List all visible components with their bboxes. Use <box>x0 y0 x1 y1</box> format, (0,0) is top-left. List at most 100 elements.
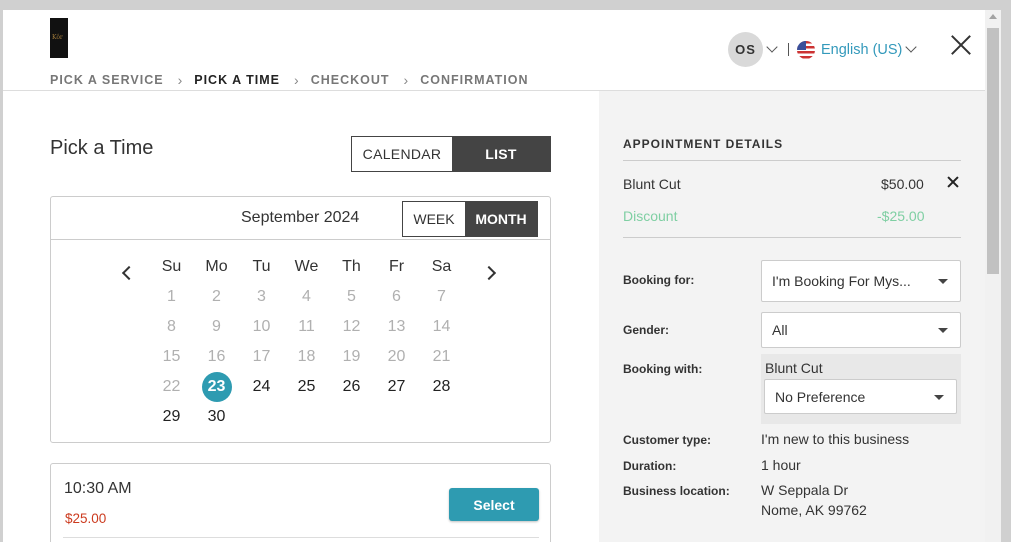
calendar-day-number: 11 <box>298 318 315 335</box>
calendar-day-number: 8 <box>167 318 176 335</box>
chevron-left-icon[interactable] <box>121 265 137 281</box>
scroll-up-arrow-icon[interactable] <box>989 14 997 19</box>
calendar-day-number: 16 <box>207 348 226 365</box>
chevron-right-icon[interactable] <box>481 265 497 281</box>
header-controls: OS English (US) <box>728 32 918 67</box>
divider <box>623 237 961 238</box>
calendar-day-number: 15 <box>162 348 181 365</box>
calendar-view-button[interactable]: CALENDAR <box>352 137 452 171</box>
appointment-details-panel: APPOINTMENT DETAILS Blunt Cut $50.00 Dis… <box>599 91 985 542</box>
language-selector[interactable]: English (US) <box>821 42 902 58</box>
calendar-day: 4 <box>284 282 329 312</box>
calendar-day: 16 <box>194 342 239 372</box>
weekday-header: Tu <box>252 258 271 275</box>
calendar-day-number: 3 <box>257 288 266 305</box>
discount-value: -$25.00 <box>877 208 925 224</box>
weekday-header: Su <box>161 258 182 275</box>
service-name: Blunt Cut <box>623 176 681 192</box>
calendar-day-number: 14 <box>432 318 451 335</box>
weekday-header: We <box>294 258 319 275</box>
calendar-day[interactable]: 25 <box>284 372 329 402</box>
location-label: Business location: <box>623 484 730 498</box>
service-price: $50.00 <box>881 176 924 192</box>
calendar-day: 12 <box>329 312 374 342</box>
discount-label: Discount <box>623 208 678 224</box>
booking-for-value: I'm Booking For Mys... <box>772 273 911 289</box>
duration-label: Duration: <box>623 459 677 473</box>
step-confirmation[interactable]: CONFIRMATION <box>420 73 528 87</box>
logo-text: Kôr <box>52 34 63 41</box>
weekday-header: Fr <box>388 258 405 275</box>
select-slot-button[interactable]: Select <box>449 488 539 521</box>
list-view-button[interactable]: LIST <box>452 137 550 171</box>
close-icon[interactable] <box>950 34 972 56</box>
staff-select[interactable]: No Preference <box>764 379 957 414</box>
chevron-down-icon[interactable] <box>766 41 778 53</box>
calendar-day[interactable]: 26 <box>329 372 374 402</box>
scrollbar-thumb[interactable] <box>987 28 999 274</box>
month-button[interactable]: MONTH <box>465 202 537 236</box>
calendar-day: 11 <box>284 312 329 342</box>
slot-divider <box>63 537 539 538</box>
customer-type-value: I'm new to this business <box>761 431 910 447</box>
chevron-right-icon: › <box>294 72 300 88</box>
calendar-day[interactable]: 24 <box>239 372 284 402</box>
chevron-down-icon[interactable] <box>905 41 918 53</box>
calendar-day: 14 <box>419 312 464 342</box>
slot-time: 10:30 AM <box>64 480 132 497</box>
slot-price: $25.00 <box>65 511 107 526</box>
step-pick-a-service[interactable]: PICK A SERVICE <box>50 73 164 87</box>
business-logo: Kôr <box>50 18 68 58</box>
user-avatar[interactable]: OS <box>728 32 763 67</box>
calendar-day-number: 17 <box>252 348 271 365</box>
calendar-day-number: 1 <box>167 288 176 305</box>
calendar-day-number: 23 <box>201 372 232 402</box>
booking-with-label: Booking with: <box>623 362 703 376</box>
duration-value: 1 hour <box>761 457 801 473</box>
step-pick-a-time[interactable]: PICK A TIME <box>194 73 280 87</box>
calendar-day: 13 <box>374 312 419 342</box>
weekday-header: Sa <box>431 258 452 275</box>
week-button[interactable]: WEEK <box>403 202 465 236</box>
step-checkout[interactable]: CHECKOUT <box>311 73 390 87</box>
view-toggle: CALENDAR LIST <box>351 136 551 172</box>
booking-for-select[interactable]: I'm Booking For Mys... <box>761 260 961 302</box>
calendar-day[interactable]: 29 <box>149 402 194 432</box>
calendar-header: September 2024 WEEK MONTH <box>51 197 550 240</box>
divider <box>623 160 961 161</box>
page-scrollbar[interactable] <box>985 10 1001 542</box>
calendar-day[interactable]: 27 <box>374 372 419 402</box>
gender-value: All <box>772 322 788 338</box>
calendar-day[interactable]: 28 <box>419 372 464 402</box>
calendar-day: 3 <box>239 282 284 312</box>
booking-with-service: Blunt Cut <box>765 360 823 376</box>
calendar-day-number: 12 <box>342 318 361 335</box>
divider <box>788 43 789 56</box>
gender-select[interactable]: All <box>761 312 961 348</box>
remove-service-icon[interactable] <box>946 175 960 189</box>
calendar-day: 2 <box>194 282 239 312</box>
dropdown-arrow-icon <box>938 328 948 333</box>
calendar-day-number: 4 <box>302 288 311 305</box>
calendar-day: 8 <box>149 312 194 342</box>
calendar-day[interactable]: 30 <box>194 402 239 432</box>
calendar-day-number: 19 <box>342 348 361 365</box>
calendar-day-number: 29 <box>162 408 181 425</box>
calendar-day-selected[interactable]: 23 <box>194 372 239 402</box>
calendar-day: 19 <box>329 342 374 372</box>
calendar-grid: Su Mo Tu We Th Fr Sa 1 2 3 4 5 6 7 8 9 10 11 12 13 14 15 16 17 1… <box>149 252 464 432</box>
calendar-day: 18 <box>284 342 329 372</box>
calendar-day: 5 <box>329 282 374 312</box>
weekday-header: Mo <box>205 258 228 275</box>
calendar-day-number: 20 <box>387 348 406 365</box>
calendar-day: 1 <box>149 282 194 312</box>
booking-with-group: Blunt Cut No Preference <box>761 354 961 424</box>
calendar-day: 10 <box>239 312 284 342</box>
us-flag-icon[interactable] <box>797 40 815 59</box>
calendar-day-number: 22 <box>162 378 181 395</box>
time-slot: 10:30 AM $25.00 Select <box>50 463 551 542</box>
calendar-day: 15 <box>149 342 194 372</box>
calendar-day-number: 13 <box>387 318 406 335</box>
location-line1: W Seppala Dr <box>761 482 849 498</box>
calendar-day: 6 <box>374 282 419 312</box>
